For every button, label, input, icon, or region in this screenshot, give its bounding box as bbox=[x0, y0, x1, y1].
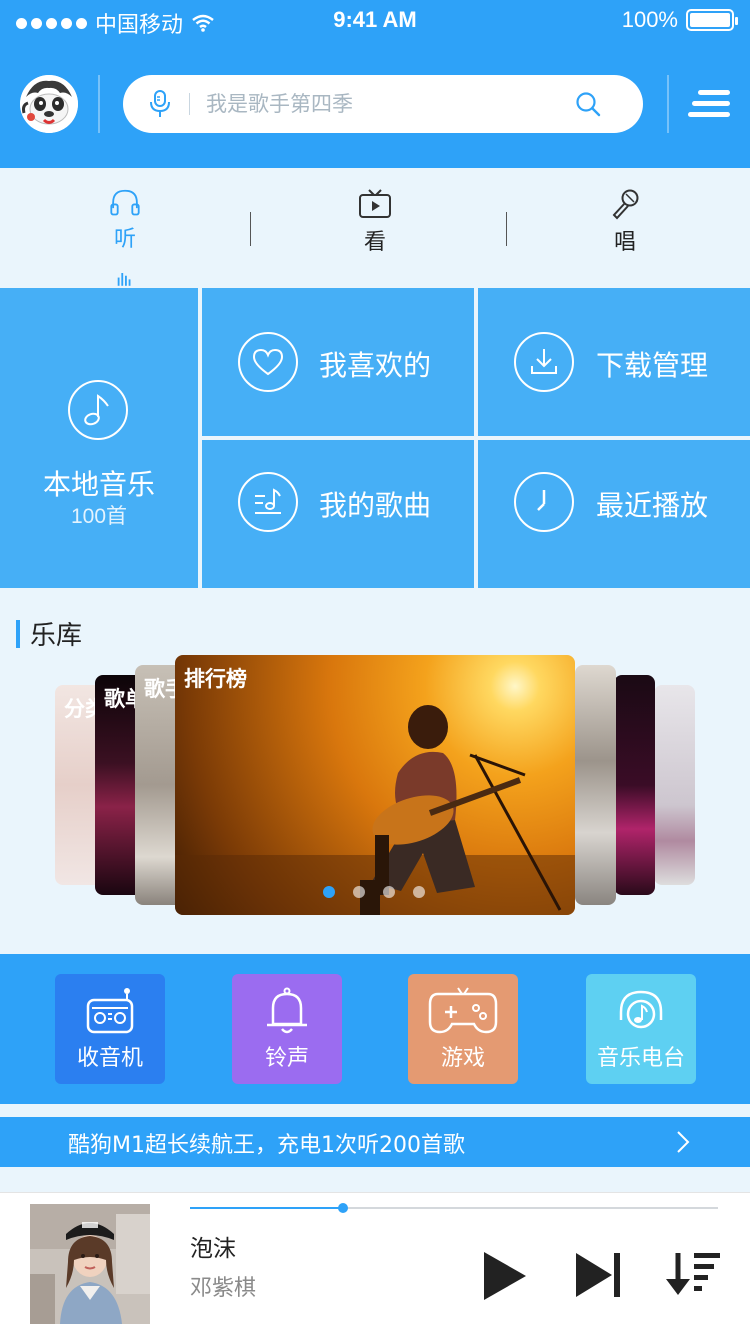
local-music-count: 100首 bbox=[70, 505, 128, 528]
download-icon bbox=[514, 332, 574, 392]
playback-progress[interactable] bbox=[190, 1203, 718, 1213]
battery-icon bbox=[686, 9, 738, 31]
artist-photo bbox=[30, 1204, 150, 1324]
tab-sing[interactable]: 唱 bbox=[500, 168, 750, 286]
my-songs-tile[interactable]: 我的歌曲 bbox=[202, 440, 474, 588]
radio-icon bbox=[86, 988, 134, 1034]
album-cover[interactable] bbox=[30, 1204, 150, 1324]
carousel-pager bbox=[323, 886, 425, 898]
search-icon[interactable] bbox=[574, 90, 602, 118]
my-music-grid: 本地音乐 100首 我喜欢的 下载管理 我的歌曲 最近播放 bbox=[0, 288, 750, 588]
games-button[interactable]: 游戏 bbox=[408, 974, 518, 1084]
battery-percent: 100% bbox=[621, 7, 678, 32]
song-title: 泡沫 bbox=[190, 1236, 236, 1262]
search-bar[interactable] bbox=[123, 75, 643, 133]
tab-label: 唱 bbox=[613, 230, 636, 255]
local-music-label: 本地音乐 bbox=[42, 468, 155, 501]
my-songs-label: 我的歌曲 bbox=[319, 489, 432, 522]
tab-listen[interactable]: 听 bbox=[0, 168, 250, 286]
downloads-label: 下载管理 bbox=[596, 349, 709, 382]
radio-button[interactable]: 收音机 bbox=[55, 974, 165, 1084]
next-track-icon[interactable] bbox=[574, 1251, 624, 1299]
pager-dot[interactable] bbox=[383, 886, 395, 898]
header-divider-left bbox=[98, 75, 100, 133]
clock-icon bbox=[514, 472, 574, 532]
games-label: 游戏 bbox=[440, 1046, 485, 1071]
search-input[interactable] bbox=[206, 92, 566, 116]
main-tabs: 听 看 唱 bbox=[0, 168, 750, 286]
app-header bbox=[0, 40, 750, 168]
gamepad-icon bbox=[428, 987, 498, 1034]
carousel-card[interactable] bbox=[654, 685, 695, 885]
tab-watch[interactable]: 看 bbox=[250, 168, 500, 286]
heart-icon bbox=[238, 332, 298, 392]
headphones-icon bbox=[110, 189, 140, 216]
tab-label: 听 bbox=[113, 227, 136, 253]
carousel-card[interactable] bbox=[575, 665, 616, 905]
tab-label: 看 bbox=[363, 230, 386, 255]
recent-tile[interactable]: 最近播放 bbox=[478, 440, 750, 588]
progress-knob[interactable] bbox=[338, 1203, 349, 1213]
music-radio-button[interactable]: 音乐电台 bbox=[586, 974, 696, 1084]
pager-dot[interactable] bbox=[413, 886, 425, 898]
chevron-right-icon bbox=[677, 1131, 690, 1153]
downloads-tile[interactable]: 下载管理 bbox=[478, 288, 750, 436]
favorites-label: 我喜欢的 bbox=[319, 349, 432, 382]
promo-banner[interactable]: 酷狗M1超长续航王，充电1次听200首歌 bbox=[0, 1117, 750, 1167]
carousel-card-charts[interactable]: 排行榜 bbox=[175, 655, 575, 915]
radio-label: 收音机 bbox=[76, 1046, 143, 1071]
mini-player: 泡沫 邓紫棋 bbox=[0, 1192, 750, 1334]
promo-text: 酷狗M1超长续航王，充电1次听200首歌 bbox=[68, 1133, 465, 1158]
pager-dot[interactable] bbox=[353, 886, 365, 898]
header-divider-right bbox=[667, 75, 669, 133]
section-marker bbox=[16, 619, 20, 648]
library-title: 乐库 bbox=[30, 621, 83, 651]
tv-play-icon bbox=[359, 189, 391, 218]
card-title: 排行榜 bbox=[184, 667, 247, 691]
search-divider bbox=[189, 93, 190, 115]
status-right: 100% bbox=[621, 7, 738, 33]
quick-actions: 收音机 铃声 游戏 音乐电台 bbox=[0, 954, 750, 1104]
music-radio-label: 音乐电台 bbox=[596, 1046, 685, 1071]
ringtone-label: 铃声 bbox=[264, 1046, 309, 1071]
progress-fill bbox=[190, 1207, 344, 1209]
local-music-tile[interactable]: 本地音乐 100首 bbox=[0, 288, 198, 588]
headphone-note-icon bbox=[619, 990, 663, 1029]
recent-label: 最近播放 bbox=[596, 489, 709, 522]
ringtone-button[interactable]: 铃声 bbox=[232, 974, 342, 1084]
bell-icon bbox=[267, 987, 307, 1034]
microphone-icon[interactable] bbox=[147, 89, 173, 119]
song-list-icon bbox=[238, 472, 298, 532]
status-bar: 中国移动 9:41 AM 100% bbox=[0, 0, 750, 40]
dog-mascot-icon bbox=[20, 75, 78, 133]
kugou-avatar-logo[interactable] bbox=[20, 75, 78, 133]
pager-dot[interactable] bbox=[323, 886, 335, 898]
carousel-card[interactable] bbox=[614, 675, 655, 895]
equalizer-icon bbox=[117, 273, 131, 286]
song-artist: 邓紫棋 bbox=[190, 1276, 257, 1301]
singer-photo bbox=[175, 705, 575, 915]
favorites-tile[interactable]: 我喜欢的 bbox=[202, 288, 474, 436]
microphone-icon bbox=[612, 189, 639, 220]
playlist-queue-icon[interactable] bbox=[664, 1251, 722, 1299]
library-section-title: 乐库 bbox=[16, 615, 82, 652]
music-note-icon bbox=[68, 380, 128, 440]
play-icon[interactable] bbox=[480, 1248, 530, 1304]
menu-icon[interactable] bbox=[688, 88, 732, 120]
